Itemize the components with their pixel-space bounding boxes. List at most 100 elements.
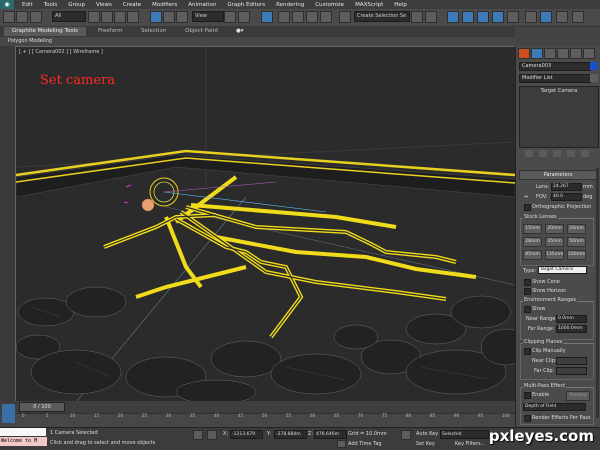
menu-group[interactable]: Group (68, 2, 85, 8)
hierarchy-tab-icon[interactable] (544, 48, 556, 59)
set-key-icon[interactable] (401, 430, 411, 440)
lens-50mm-button[interactable]: 50mm (567, 237, 586, 247)
mini-curve-editor-icon[interactable] (2, 404, 15, 423)
show-end-result-icon[interactable] (539, 150, 547, 157)
set-key-button[interactable]: Set Key (416, 441, 435, 447)
layer-manager-icon[interactable] (447, 11, 459, 23)
schematic-view-icon[interactable] (492, 11, 504, 23)
lens-135mm-button[interactable]: 135mm (545, 250, 564, 260)
undo-icon[interactable] (3, 11, 15, 23)
menu-rendering[interactable]: Rendering (276, 2, 304, 8)
render-production-icon[interactable] (556, 11, 568, 23)
angle-snap-icon[interactable] (292, 11, 304, 23)
object-name-field[interactable]: Camera003 (519, 62, 591, 71)
selection-filter-dropdown[interactable]: All (52, 11, 86, 22)
fov-input[interactable]: 40.0 (551, 193, 582, 201)
menu-maxscript[interactable]: MAXScript (355, 2, 383, 8)
select-move-icon[interactable] (150, 11, 162, 23)
graphite-toggle-icon[interactable] (462, 11, 474, 23)
viewport-label[interactable]: [ + ] [ Camera002 ] [ Wireframe ] (19, 49, 103, 55)
utilities-tab-icon[interactable] (583, 48, 595, 59)
select-object-icon[interactable] (88, 11, 100, 23)
keyboard-shortcut-icon[interactable] (261, 11, 273, 23)
app-logo-icon[interactable]: ◉ (0, 0, 14, 9)
stack-item-target-camera[interactable]: Target Camera (521, 88, 597, 95)
menu-modifiers[interactable]: Modifiers (152, 2, 177, 8)
camera-type-dropdown[interactable]: Target Camera (538, 266, 587, 274)
command-panel-scrollbar[interactable] (596, 168, 599, 418)
modifier-list-dropdown[interactable]: Modifier List (519, 74, 591, 83)
ortho-checkbox[interactable] (524, 204, 531, 211)
render-effects-checkbox[interactable] (524, 415, 531, 422)
clip-manually-checkbox[interactable] (524, 348, 531, 355)
align-icon[interactable] (425, 11, 437, 23)
lens-200mm-button[interactable]: 200mm (567, 250, 586, 260)
menu-help[interactable]: Help (394, 2, 407, 8)
spinner-snap-icon[interactable] (320, 11, 332, 23)
lens-35mm-button[interactable]: 35mm (545, 237, 564, 247)
tab-object-paint[interactable]: Object Paint (185, 27, 218, 36)
maxscript-listener-output[interactable]: Welcome to M (0, 437, 47, 446)
modify-tab-icon[interactable] (531, 48, 543, 59)
ref-coord-dropdown[interactable]: View (192, 11, 224, 22)
lens-24mm-button[interactable]: 24mm (567, 224, 586, 234)
far-clip-input[interactable] (556, 367, 587, 375)
menu-create[interactable]: Create (123, 2, 141, 8)
rotate-icon[interactable] (163, 11, 175, 23)
tab-freeform[interactable]: Freeform (98, 27, 123, 36)
menu-views[interactable]: Views (96, 2, 112, 8)
y-coord-input[interactable]: -278.884m (274, 430, 307, 439)
menu-edit[interactable]: Edit (22, 2, 33, 8)
maxscript-listener-input[interactable] (0, 428, 46, 436)
menu-tools[interactable]: Tools (44, 2, 58, 8)
scale-icon[interactable] (176, 11, 188, 23)
time-slider-thumb[interactable]: 0 / 100 (19, 402, 65, 412)
mirror-icon[interactable] (411, 11, 423, 23)
manipulate-icon[interactable] (238, 11, 250, 23)
near-range-input[interactable]: 0.0mm (556, 315, 587, 323)
lens-28mm-button[interactable]: 28mm (523, 237, 542, 247)
show-horizon-checkbox[interactable] (524, 288, 531, 295)
env-show-checkbox[interactable] (524, 306, 531, 313)
camera-viewport[interactable]: [ + ] [ Camera002 ] [ Wireframe ] Set ca… (15, 46, 516, 403)
object-color-swatch[interactable] (590, 62, 598, 70)
curve-editor-icon[interactable] (477, 11, 489, 23)
menu-customize[interactable]: Customize (315, 2, 344, 8)
rect-select-icon[interactable] (114, 11, 126, 23)
snap-toggle-icon[interactable] (278, 11, 290, 23)
window-crossing-icon[interactable] (127, 11, 139, 23)
chevron-down-icon[interactable] (590, 74, 598, 82)
parameters-rollout[interactable]: Parameters (519, 170, 597, 180)
lens-15mm-button[interactable]: 15mm (523, 224, 542, 234)
absolute-mode-icon[interactable] (207, 430, 217, 440)
display-tab-icon[interactable] (570, 48, 582, 59)
auto-key-button[interactable]: Auto Key (416, 431, 438, 437)
key-filters-button[interactable]: Key Filters... (455, 441, 485, 447)
fov-direction-icon[interactable]: ⇔ (524, 194, 528, 200)
time-slider-track[interactable] (0, 401, 515, 413)
named-selection-dropdown[interactable]: Create Selection Se (354, 11, 410, 22)
near-clip-input[interactable] (556, 357, 587, 365)
remove-modifier-icon[interactable] (567, 150, 575, 157)
material-editor-icon[interactable] (507, 11, 519, 23)
lock-selection-icon[interactable] (193, 430, 203, 440)
select-by-name-icon[interactable] (101, 11, 113, 23)
motion-tab-icon[interactable] (557, 48, 569, 59)
lens-85mm-button[interactable]: 85mm (523, 250, 542, 260)
render-setup-icon[interactable] (525, 11, 537, 23)
link-icon[interactable] (30, 11, 42, 23)
show-cone-checkbox[interactable] (524, 279, 531, 286)
x-coord-input[interactable]: -1213.679 (230, 430, 263, 439)
rendered-frame-icon[interactable] (540, 11, 552, 23)
menu-animation[interactable]: Animation (188, 2, 216, 8)
time-tag-icon[interactable] (337, 440, 346, 448)
far-range-input[interactable]: 1000.0mm (556, 325, 587, 333)
lens-input[interactable]: 24.267 (551, 183, 582, 191)
configure-sets-icon[interactable] (581, 150, 589, 157)
create-tab-icon[interactable] (518, 48, 530, 59)
edit-named-sel-icon[interactable] (339, 11, 351, 23)
tab-selection[interactable]: Selection (141, 27, 166, 36)
percent-snap-icon[interactable] (306, 11, 318, 23)
modifier-stack[interactable]: Target Camera (519, 86, 599, 148)
menu-graph-editors[interactable]: Graph Editors (227, 2, 265, 8)
